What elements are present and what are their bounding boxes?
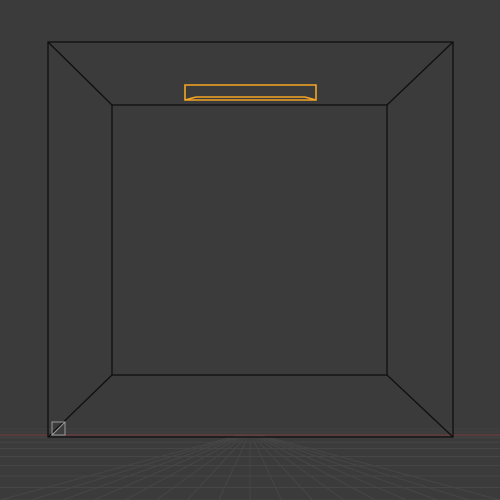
viewport-3d[interactable] (0, 0, 500, 500)
cube-wireframe[interactable] (48, 42, 453, 437)
selected-area-light[interactable] (185, 85, 316, 100)
floor-grid (0, 429, 500, 500)
